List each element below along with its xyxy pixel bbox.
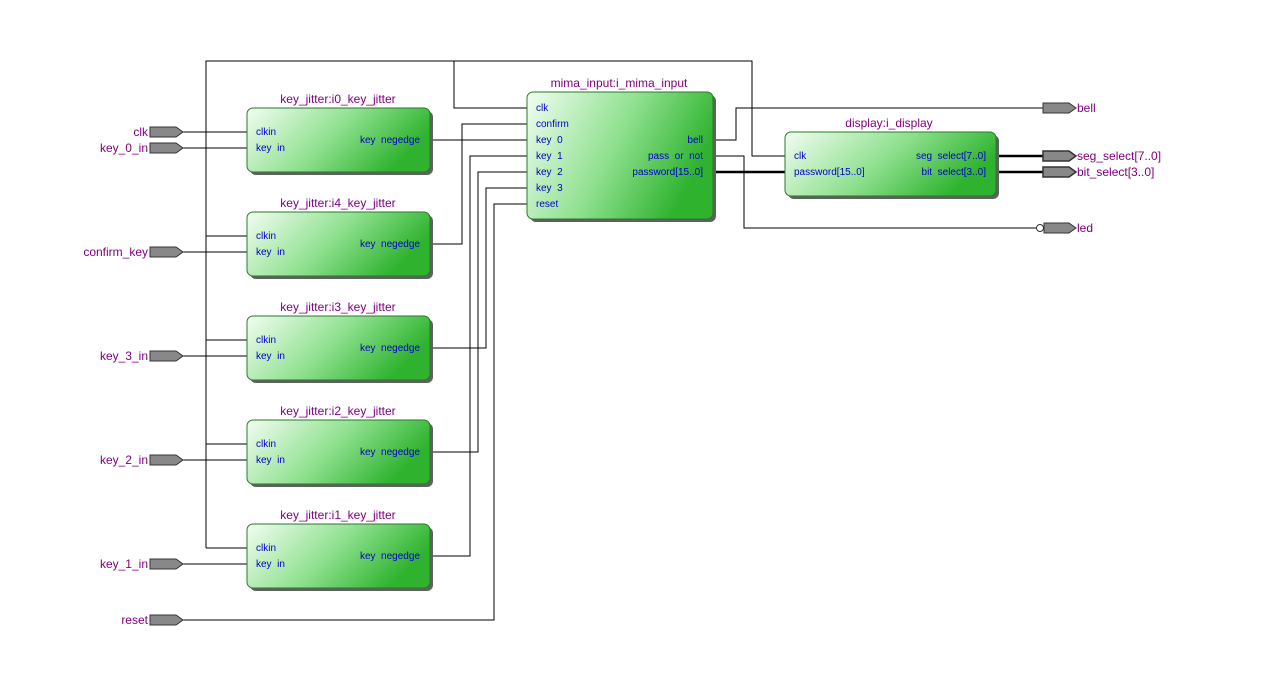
pin-seg-select: seg select[7..0] [916,151,986,162]
output-label-bit-select: bit_select[3..0] [1077,165,1154,179]
pin-password: password[15..0] [632,167,703,178]
pin-key1: key 1 [536,151,563,162]
pin-clkin: clkin [256,543,276,554]
input-port-clk[interactable]: clk [133,125,184,139]
input-port-key2[interactable]: key_2_in [100,453,184,467]
output-label-led: led [1077,221,1093,235]
wire-clk-to-mima [453,61,527,109]
pin-key-in: key in [256,351,285,362]
input-label-key1: key_1_in [100,557,148,571]
input-port-reset[interactable]: reset [121,613,184,627]
block-title: mima_input:i_mima_input [551,76,688,90]
pin-key-in: key in [256,247,285,258]
pin-password: password[15..0] [794,167,865,178]
pin-bit-select: bit select[3..0] [922,167,987,178]
block-title: key_jitter:i2_key_jitter [280,404,395,418]
pin-key-negedge: key negedge [360,551,420,562]
pin-bell: bell [687,135,703,146]
input-label-key3: key_3_in [100,349,148,363]
pin-key2: key 2 [536,167,563,178]
wire-kj2-out [431,171,527,453]
pin-confirm: confirm [536,119,569,130]
block-key-jitter-i3[interactable]: key_jitter:i3_key_jitter clkin key in ke… [246,300,433,383]
block-mima-input[interactable]: mima_input:i_mima_input clk confirm key … [526,76,716,222]
pin-clkin: clkin [256,439,276,450]
input-port-key1[interactable]: key_1_in [100,557,184,571]
pin-key-negedge: key negedge [360,135,420,146]
pin-key-negedge: key negedge [360,239,420,250]
pin-key-in: key in [256,455,285,466]
pin-pass-or-not: pass or not [648,151,703,162]
output-port-bit-select[interactable]: bit_select[3..0] [1042,165,1154,179]
output-port-bell[interactable]: bell [1042,101,1096,115]
pin-clkin: clkin [256,127,276,138]
block-key-jitter-i2[interactable]: key_jitter:i2_key_jitter clkin key in ke… [246,404,433,487]
pin-key3: key 3 [536,183,563,194]
pin-clk: clk [794,151,807,162]
pin-key-in: key in [256,559,285,570]
pin-key-negedge: key negedge [360,343,420,354]
input-ports: clk key_0_in confirm_key key_3_in key_2_… [83,125,184,627]
pin-reset: reset [536,199,558,210]
input-port-key0[interactable]: key_0_in [100,141,184,155]
output-label-seg-select: seg_select[7..0] [1077,149,1161,163]
inverter-bubble-icon [1036,224,1044,232]
input-port-confirm[interactable]: confirm_key [83,245,184,259]
pin-clkin: clkin [256,335,276,346]
wire-kj3-out [431,187,527,349]
output-label-bell: bell [1077,101,1096,115]
pin-key-negedge: key negedge [360,447,420,458]
input-label-key2: key_2_in [100,453,148,467]
output-port-seg-select[interactable]: seg_select[7..0] [1042,149,1161,163]
input-label-key0: key_0_in [100,141,148,155]
pin-clk: clk [536,103,549,114]
block-title: display:i_display [845,116,932,130]
block-title: key_jitter:i1_key_jitter [280,508,395,522]
block-key-jitter-i0[interactable]: key_jitter:i0_key_jitter clkin key in ke… [246,92,433,175]
block-title: key_jitter:i0_key_jitter [280,92,395,106]
input-label-clk: clk [133,125,149,139]
wire-kj1-out [431,155,527,557]
input-label-reset: reset [121,613,148,627]
block-title: key_jitter:i3_key_jitter [280,300,395,314]
block-key-jitter-i1[interactable]: key_jitter:i1_key_jitter clkin key in ke… [246,508,433,591]
output-ports: bell seg_select[7..0] bit_select[3..0] l… [1036,101,1161,235]
block-display[interactable]: display:i_display clk password[15..0] se… [784,116,999,199]
block-title: key_jitter:i4_key_jitter [280,196,395,210]
schematic-canvas: clk key_0_in confirm_key key_3_in key_2_… [83,60,1161,627]
pin-key-in: key in [256,143,285,154]
block-key-jitter-i4[interactable]: key_jitter:i4_key_jitter clkin key in ke… [246,196,433,279]
input-port-key3[interactable]: key_3_in [100,349,184,363]
pin-clkin: clkin [256,231,276,242]
input-label-confirm: confirm_key [83,245,148,259]
wire-kj4-out [431,123,527,245]
output-port-led[interactable]: led [1036,221,1094,235]
pin-key0: key 0 [536,135,563,146]
